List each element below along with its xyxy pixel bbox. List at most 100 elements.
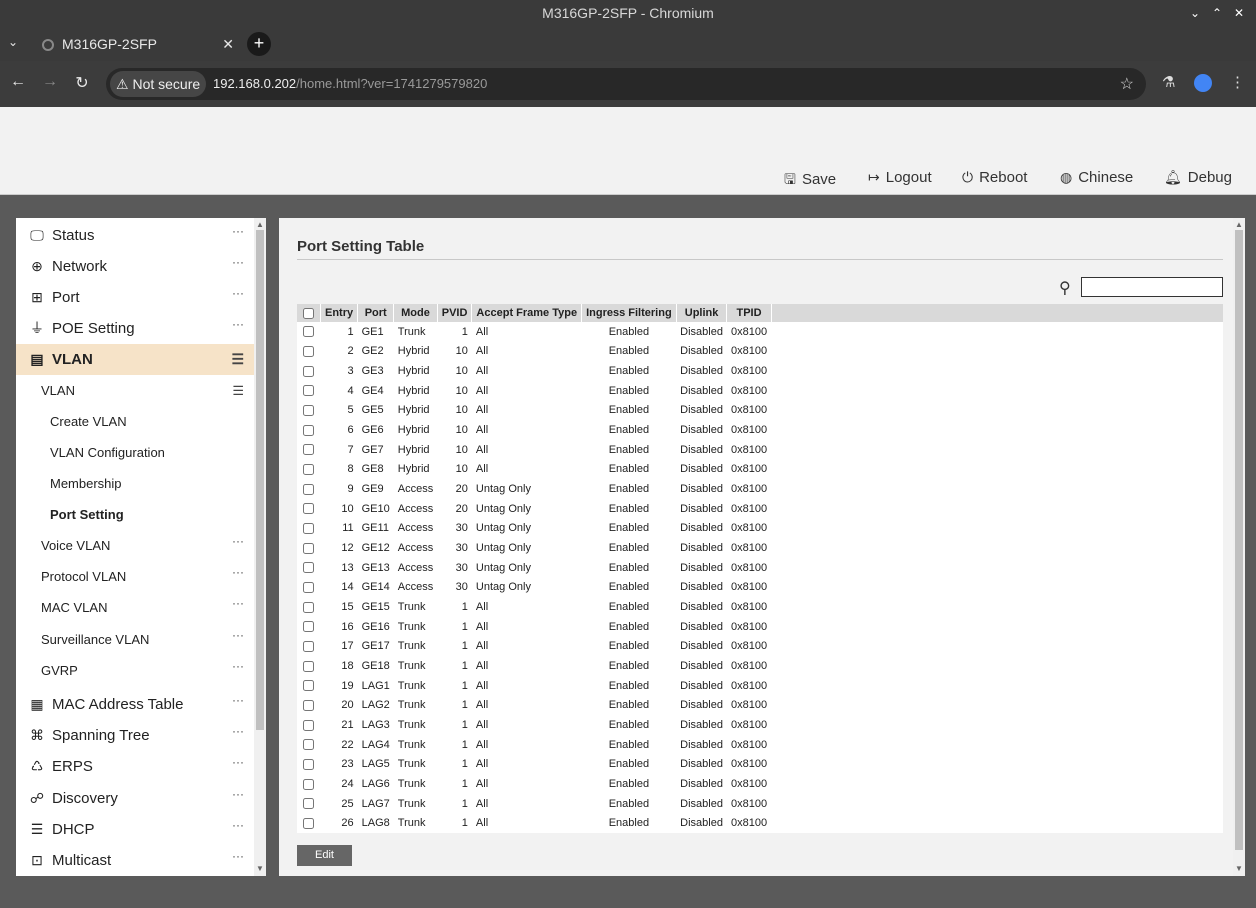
row-checkbox[interactable] [303, 798, 314, 810]
more-icon[interactable]: ··· [232, 810, 244, 841]
bookmark-star-icon[interactable]: ☆ [1120, 74, 1134, 94]
more-icon[interactable]: ··· [232, 309, 244, 340]
search-icon[interactable]: ⚲ [1059, 278, 1071, 298]
row-checkbox[interactable] [303, 581, 314, 593]
table-row[interactable]: 18 GE18 Trunk 1 All Enabled Disabled 0x8100 [297, 656, 1223, 676]
scroll-down-icon[interactable]: ▼ [1235, 864, 1243, 873]
table-row[interactable]: 5 GE5 Hybrid 10 All Enabled Disabled 0x8100 [297, 401, 1223, 421]
chinese-button[interactable]: ◍ Chinese [1060, 169, 1133, 186]
table-row[interactable]: 22 LAG4 Trunk 1 All Enabled Disabled 0x8100 [297, 735, 1223, 755]
table-row[interactable]: 10 GE10 Access 20 Untag Only Enabled Disabled 0… [297, 499, 1223, 519]
reload-icon[interactable]: ↻ [72, 73, 92, 93]
sidebar-item-mac-address-table[interactable]: ▦ MAC Address Table ··· [16, 689, 254, 720]
more-icon[interactable]: ··· [232, 278, 244, 309]
table-row[interactable]: 21 LAG3 Trunk 1 All Enabled Disabled 0x8100 [297, 715, 1223, 735]
row-checkbox[interactable] [303, 483, 314, 495]
menu-icon[interactable]: ☰ [231, 344, 244, 375]
address-bar[interactable]: ⚠ Not secure 192.168.0.202/home.html?ver… [106, 68, 1146, 100]
sidebar-item-poe-setting[interactable]: ⏚ POE Setting ··· [16, 313, 254, 344]
column-header-entry[interactable]: Entry [320, 304, 359, 322]
more-icon[interactable]: ··· [232, 218, 244, 247]
edit-button[interactable]: Edit [297, 845, 352, 866]
more-icon[interactable]: ··· [232, 620, 244, 651]
row-checkbox[interactable] [303, 680, 314, 692]
select-all-checkbox[interactable] [303, 307, 314, 319]
sidebar-sub-vlan[interactable]: VLAN ☰ [16, 375, 254, 406]
save-button[interactable]: 🖫 Save [784, 169, 836, 193]
table-row[interactable]: 2 GE2 Hybrid 10 All Enabled Disabled 0x8100 [297, 342, 1223, 362]
table-row[interactable]: 20 LAG2 Trunk 1 All Enabled Disabled 0x8100 [297, 695, 1223, 715]
row-checkbox[interactable] [303, 562, 314, 574]
row-checkbox[interactable] [303, 699, 314, 711]
tab-close-icon[interactable]: ✕ [222, 31, 234, 57]
table-row[interactable]: 15 GE15 Trunk 1 All Enabled Disabled 0x8100 [297, 597, 1223, 617]
row-checkbox[interactable] [303, 326, 314, 338]
table-row[interactable]: 23 LAG5 Trunk 1 All Enabled Disabled 0x8100 [297, 754, 1223, 774]
search-input[interactable] [1081, 277, 1223, 297]
row-checkbox[interactable] [303, 640, 314, 652]
row-checkbox[interactable] [303, 542, 314, 554]
column-header-uplink[interactable]: Uplink [676, 304, 728, 322]
sidebar-item-port[interactable]: ⊞ Port ··· [16, 282, 254, 313]
table-row[interactable]: 4 GE4 Hybrid 10 All Enabled Disabled 0x8100 [297, 381, 1223, 401]
sidebar-sub-protocol-vlan[interactable]: Protocol VLAN ··· [16, 561, 254, 592]
row-checkbox[interactable] [303, 621, 314, 633]
sidebar-item-status[interactable]: 🖵 Status ··· [16, 220, 254, 251]
sidebar-item-multicast[interactable]: ⊡ Multicast ··· [16, 845, 254, 876]
row-checkbox[interactable] [303, 405, 314, 417]
labs-flask-icon[interactable]: ⚗ [1162, 73, 1175, 91]
more-icon[interactable]: ··· [232, 747, 244, 778]
more-icon[interactable]: ··· [232, 526, 244, 557]
table-row[interactable]: 8 GE8 Hybrid 10 All Enabled Disabled 0x8100 [297, 460, 1223, 480]
column-header-pvid[interactable]: PVID [437, 304, 473, 322]
sidebar-sub-create-vlan[interactable]: Create VLAN [16, 406, 254, 437]
browser-menu-icon[interactable]: ⋮ [1230, 73, 1245, 91]
logout-button[interactable]: ↦ Logout [868, 169, 932, 186]
sidebar-sub-port-setting[interactable]: Port Setting [16, 499, 254, 530]
sidebar-sub-vlan-configuration[interactable]: VLAN Configuration [16, 437, 254, 468]
row-checkbox[interactable] [303, 503, 314, 515]
row-checkbox[interactable] [303, 444, 314, 456]
row-checkbox[interactable] [303, 817, 314, 829]
minimize-icon[interactable]: ⌄ [1184, 0, 1206, 27]
forward-icon[interactable]: → [40, 73, 60, 91]
menu-icon[interactable]: ☰ [232, 375, 244, 406]
reboot-button[interactable]: ⏻ Reboot [962, 169, 1027, 186]
sidebar-sub-surveillance-vlan[interactable]: Surveillance VLAN ··· [16, 624, 254, 655]
table-row[interactable]: 6 GE6 Hybrid 10 All Enabled Disabled 0x8100 [297, 420, 1223, 440]
table-row[interactable]: 13 GE13 Access 30 Untag Only Enabled Disabled 0… [297, 558, 1223, 578]
table-row[interactable]: 24 LAG6 Trunk 1 All Enabled Disabled 0x8100 [297, 774, 1223, 794]
more-icon[interactable]: ··· [232, 779, 244, 810]
table-row[interactable]: 11 GE11 Access 30 Untag Only Enabled Disabled 0… [297, 519, 1223, 539]
more-icon[interactable]: ··· [232, 841, 244, 872]
profile-avatar-icon[interactable] [1194, 74, 1212, 92]
more-icon[interactable]: ··· [232, 557, 244, 588]
table-row[interactable]: 25 LAG7 Trunk 1 All Enabled Disabled 0x8100 [297, 794, 1223, 814]
row-checkbox[interactable] [303, 464, 314, 476]
debug-button[interactable]: 🔔︎ Debug [1164, 169, 1232, 186]
security-indicator[interactable]: ⚠ Not secure [110, 71, 207, 97]
scrollbar-thumb[interactable] [256, 230, 264, 730]
column-header-port[interactable]: Port [357, 304, 395, 322]
more-icon[interactable]: ··· [232, 685, 244, 716]
more-icon[interactable]: ··· [232, 247, 244, 278]
row-checkbox[interactable] [303, 739, 314, 751]
more-icon[interactable]: ··· [232, 716, 244, 747]
row-checkbox[interactable] [303, 365, 314, 377]
row-checkbox[interactable] [303, 778, 314, 790]
sidebar-item-dhcp[interactable]: ☰ DHCP ··· [16, 814, 254, 845]
table-row[interactable]: 7 GE7 Hybrid 10 All Enabled Disabled 0x8100 [297, 440, 1223, 460]
more-icon[interactable]: ··· [232, 588, 244, 619]
table-row[interactable]: 12 GE12 Access 30 Untag Only Enabled Disabled 0… [297, 538, 1223, 558]
row-checkbox[interactable] [303, 719, 314, 731]
row-checkbox[interactable] [303, 758, 314, 770]
scroll-down-icon[interactable]: ▼ [256, 864, 264, 873]
back-icon[interactable]: ← [8, 73, 28, 91]
table-row[interactable]: 9 GE9 Access 20 Untag Only Enabled Disabled 0x8… [297, 479, 1223, 499]
maximize-icon[interactable]: ⌃ [1206, 0, 1228, 27]
row-checkbox[interactable] [303, 424, 314, 436]
table-row[interactable]: 19 LAG1 Trunk 1 All Enabled Disabled 0x8100 [297, 676, 1223, 696]
row-checkbox[interactable] [303, 660, 314, 672]
sidebar-item-erps[interactable]: ♺ ERPS ··· [16, 751, 254, 782]
column-header-mode[interactable]: Mode [393, 304, 438, 322]
